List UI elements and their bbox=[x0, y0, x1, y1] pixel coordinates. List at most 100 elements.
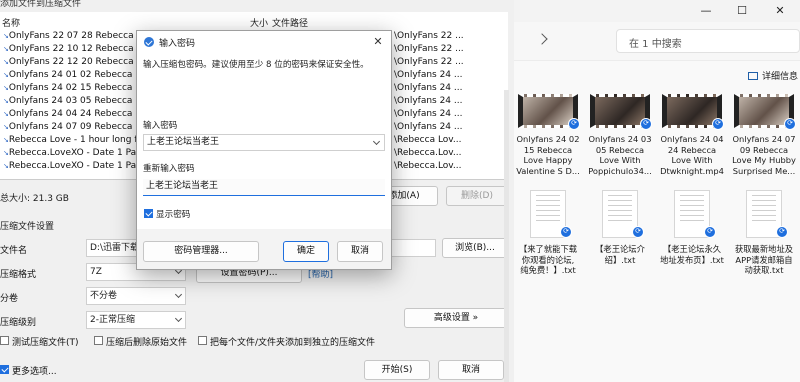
delete-button[interactable]: 删除(D) bbox=[446, 186, 508, 206]
file-name: Onlyfans 24 02 15 Rebecca Love Happy Val… bbox=[516, 134, 580, 176]
filename-label: 文件名 bbox=[0, 246, 28, 256]
details-button[interactable]: 详细信息 bbox=[748, 69, 798, 82]
file-row-path: \OnlyFans 22 ... bbox=[394, 57, 464, 67]
advanced-settings-button[interactable]: 高级设置 » bbox=[404, 308, 508, 328]
minimize-button[interactable]: — bbox=[686, 2, 726, 20]
file-row-name: Rebecca Love - 1 hour long fu bbox=[8, 135, 144, 145]
sync-status-icon: ⟳ bbox=[704, 226, 716, 238]
search-input[interactable]: 在 1 中搜索 bbox=[616, 29, 800, 53]
file-row-name: OnlyFans 22 12 20 Rebecca Lov bbox=[8, 57, 153, 67]
enter-password-label: 输入密码 bbox=[143, 121, 178, 131]
file-row-name: Onlyfans 24 02 15 Rebecca Lov bbox=[8, 83, 151, 93]
file-tile-text[interactable]: ⟳ 【老王论坛永久 地址发布页】.txt bbox=[656, 190, 728, 320]
file-row-name: Rebecca.LoveXO - Date 1 Part bbox=[8, 148, 144, 158]
sync-status-icon: ⟳ bbox=[784, 118, 796, 130]
password-manager-button[interactable]: 密码管理器... bbox=[143, 241, 259, 262]
file-row[interactable]: ↘OnlyFans 22 10 12 Rebecca Lov bbox=[3, 44, 152, 54]
level-value: 2-正常压缩 bbox=[90, 315, 135, 325]
file-row-path: \Rebecca.Lov... bbox=[394, 148, 462, 158]
file-row-path: \OnlyFans 22 ... bbox=[394, 44, 464, 54]
file-name: Onlyfans 24 07 09 Rebecca Love My Hubby … bbox=[732, 134, 796, 176]
show-password-checkbox[interactable] bbox=[144, 209, 153, 218]
settings-section-title: 压缩文件设置 bbox=[0, 222, 55, 232]
chevron-down-icon[interactable] bbox=[372, 137, 381, 146]
file-row-name: OnlyFans 22 10 12 Rebecca Lov bbox=[8, 44, 153, 54]
show-password-label: 显示密码 bbox=[156, 210, 191, 220]
start-button[interactable]: 开始(S) bbox=[364, 360, 430, 380]
close-icon[interactable]: ✕ bbox=[369, 34, 387, 50]
sync-status-icon: ⟳ bbox=[640, 118, 652, 130]
reenter-password-label: 重新输入密码 bbox=[143, 164, 195, 174]
file-name: 【老王论坛介 绍】.txt bbox=[595, 244, 645, 265]
total-size: 总大小: 21.3 GB bbox=[0, 194, 69, 204]
file-tile-text[interactable]: ⟳ 【来了就能下载 你观看的论坛, 纯免费！】.txt bbox=[512, 190, 584, 320]
file-tile-text[interactable]: ⟳ 获取最新地址及 APP请发邮箱自 动获取.txt bbox=[728, 190, 800, 320]
more-options-label[interactable]: 更多选项... bbox=[12, 364, 57, 377]
search-placeholder: 在 1 中搜索 bbox=[629, 39, 682, 50]
column-header-name[interactable]: 名称 bbox=[2, 16, 20, 29]
enter-password-field[interactable]: 上老王论坛当老王 bbox=[143, 134, 385, 151]
sync-status-icon: ⟳ bbox=[632, 226, 644, 238]
cancel-button[interactable]: 取消 bbox=[438, 360, 504, 380]
more-options-checkbox[interactable] bbox=[0, 365, 9, 374]
file-name: 获取最新地址及 APP请发邮箱自 动获取.txt bbox=[734, 244, 794, 275]
chevron-down-icon bbox=[174, 290, 183, 299]
file-row[interactable]: ↘Onlyfans 24 04 24 Rebecca Lov bbox=[3, 109, 151, 119]
separate-archives-checkbox[interactable] bbox=[198, 336, 207, 345]
explorer-titlebar: — ☐ ✕ bbox=[508, 0, 800, 22]
file-row[interactable]: ↘Rebecca.LoveXO - Date 1 Part bbox=[3, 161, 143, 171]
test-archive-checkbox[interactable] bbox=[0, 336, 9, 345]
password-cancel-button[interactable]: 取消 bbox=[337, 241, 383, 262]
file-row[interactable]: ↘Onlyfans 24 02 15 Rebecca Lov bbox=[3, 83, 151, 93]
scrollbar[interactable] bbox=[504, 90, 509, 382]
file-row[interactable]: ↘Onlyfans 24 07 09 Rebecca Lov bbox=[3, 122, 151, 132]
file-row-name: Rebecca.LoveXO - Date 1 Part bbox=[8, 161, 144, 171]
maximize-button[interactable]: ☐ bbox=[722, 2, 762, 20]
file-row-name: Onlyfans 24 01 02 Rebecca Lov bbox=[8, 70, 151, 80]
file-explorer-window: — ☐ ✕ 在 1 中搜索 详细信息 ⟳ Onlyfans 24 02 15 R… bbox=[508, 0, 800, 382]
dialog-title: 添加文件到压缩文件 bbox=[0, 0, 82, 9]
details-pane-icon bbox=[748, 72, 758, 80]
file-row[interactable]: ↘OnlyFans 22 07 28 Rebecca Lov bbox=[3, 31, 152, 41]
separate-archives-label: 把每个文件/文件夹添加到独立的压缩文件 bbox=[210, 338, 376, 348]
file-name: 【来了就能下载 你观看的论坛, 纯免费！】.txt bbox=[518, 244, 578, 275]
file-row-name: Onlyfans 24 04 24 Rebecca Lov bbox=[8, 109, 151, 119]
sync-status-icon: ⟳ bbox=[568, 118, 580, 130]
file-row-path: \OnlyFans 22 ... bbox=[394, 31, 464, 41]
file-row-path: \Onlyfans 24 ... bbox=[394, 109, 463, 119]
browse-button[interactable]: 浏览(B)... bbox=[442, 238, 508, 258]
format-value: 7Z bbox=[90, 267, 102, 277]
format-label: 压缩格式 bbox=[0, 270, 37, 280]
test-archive-label: 测试压缩文件(T) bbox=[12, 338, 79, 348]
file-row[interactable]: ↘Rebecca Love - 1 hour long fu bbox=[3, 135, 143, 145]
column-header-size[interactable]: 大小 bbox=[250, 16, 268, 29]
file-row-path: \Onlyfans 24 ... bbox=[394, 122, 463, 132]
file-row-path: \Onlyfans 24 ... bbox=[394, 83, 463, 93]
details-label: 详细信息 bbox=[762, 72, 799, 82]
file-row[interactable]: ↘Onlyfans 24 03 05 Rebecca Lov bbox=[3, 96, 151, 106]
file-row[interactable]: ↘Rebecca.LoveXO - Date 1 Part bbox=[3, 148, 143, 158]
level-select[interactable]: 2-正常压缩 bbox=[86, 311, 186, 329]
chevron-down-icon bbox=[174, 314, 183, 323]
password-dialog: 输入密码 ✕ 输入压缩包密码。建议使用至少 8 位的密码来保证安全性。 输入密码… bbox=[136, 30, 392, 270]
sync-status-icon: ⟳ bbox=[776, 226, 788, 238]
ok-button[interactable]: 确定 bbox=[283, 241, 329, 262]
reenter-password-field[interactable]: 上老王论坛当老王 bbox=[143, 179, 385, 196]
file-row-name: Onlyfans 24 07 09 Rebecca Lov bbox=[8, 122, 151, 132]
split-value: 不分卷 bbox=[90, 291, 118, 301]
file-row[interactable]: ↘OnlyFans 22 12 20 Rebecca Lov bbox=[3, 57, 152, 67]
file-tile-text[interactable]: ⟳ 【老王论坛介 绍】.txt bbox=[584, 190, 656, 320]
column-header-path[interactable]: 文件路径 bbox=[272, 16, 308, 29]
file-name: 【老王论坛永久 地址发布页】.txt bbox=[660, 244, 724, 265]
sync-status-icon: ⟳ bbox=[560, 226, 572, 238]
delete-after-label: 压缩后删除原始文件 bbox=[106, 338, 188, 348]
file-name: Onlyfans 24 03 05 Rebecca Love With Popp… bbox=[588, 134, 652, 176]
app-logo-icon bbox=[144, 37, 154, 47]
close-button[interactable]: ✕ bbox=[760, 2, 800, 20]
file-row[interactable]: ↘Onlyfans 24 01 02 Rebecca Lov bbox=[3, 70, 151, 80]
split-label: 分卷 bbox=[0, 294, 19, 304]
password-dialog-titlebar: 输入密码 ✕ bbox=[137, 31, 391, 53]
split-select[interactable]: 不分卷 bbox=[86, 287, 186, 305]
delete-after-checkbox[interactable] bbox=[94, 336, 103, 345]
password-dialog-title: 输入密码 bbox=[159, 39, 196, 49]
